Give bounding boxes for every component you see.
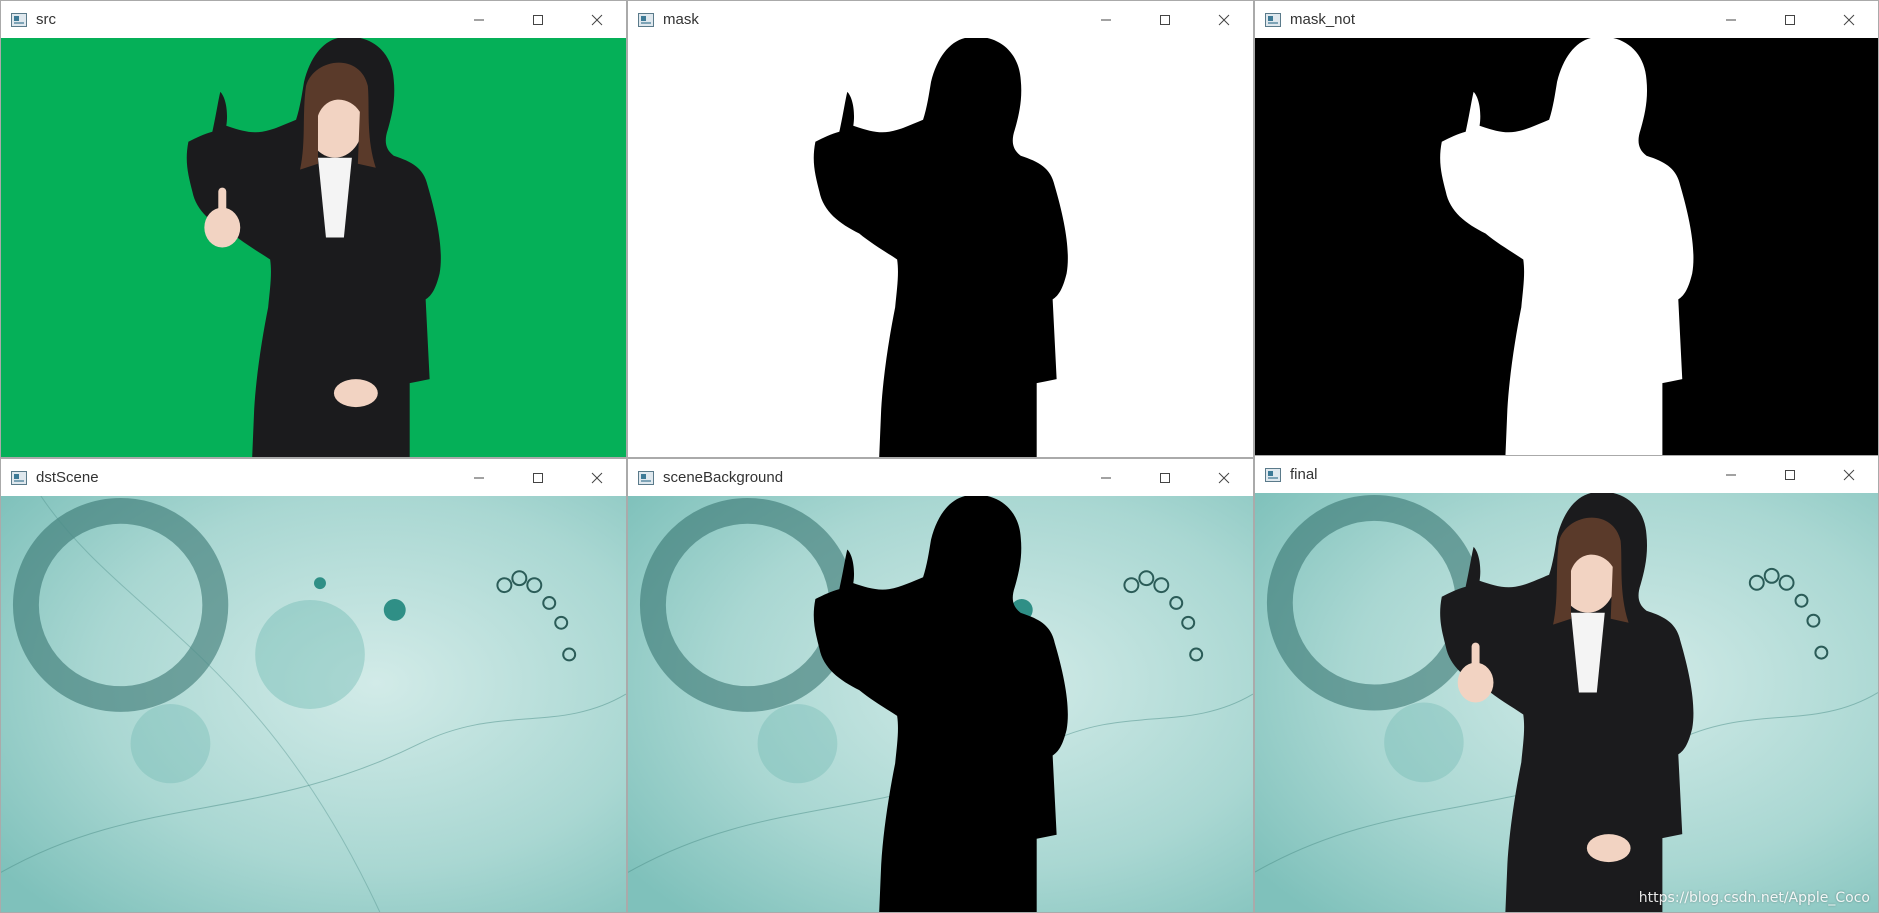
window-mask-not[interactable]: mask_not xyxy=(1254,0,1879,458)
titlebar[interactable]: dstScene xyxy=(1,459,626,496)
window-title: sceneBackground xyxy=(663,469,784,486)
image-canvas-mask xyxy=(628,38,1253,457)
scene-with-black-cutout xyxy=(628,496,1253,912)
close-icon[interactable] xyxy=(567,1,626,38)
minimize-icon[interactable] xyxy=(449,459,508,496)
app-icon xyxy=(1265,467,1281,482)
close-icon[interactable] xyxy=(1194,459,1253,496)
close-icon[interactable] xyxy=(1819,1,1878,38)
maximize-icon[interactable] xyxy=(1135,459,1194,496)
maximize-icon[interactable] xyxy=(1760,1,1819,38)
titlebar[interactable]: src xyxy=(1,1,626,38)
minimize-icon[interactable] xyxy=(449,1,508,38)
maximize-icon[interactable] xyxy=(1135,1,1194,38)
app-icon xyxy=(11,12,27,27)
window-title: src xyxy=(36,11,56,28)
app-icon xyxy=(638,12,654,27)
image-canvas-final: https://blog.csdn.net/Apple_Coco xyxy=(1255,493,1878,912)
minimize-icon[interactable] xyxy=(1701,456,1760,493)
maximize-icon[interactable] xyxy=(508,459,567,496)
scene-background-image xyxy=(1,496,626,912)
mask-not-image xyxy=(1255,38,1878,457)
image-canvas-dstscene xyxy=(1,496,626,912)
image-canvas-green-screen xyxy=(1,38,626,457)
image-canvas-scenebackground xyxy=(628,496,1253,912)
minimize-icon[interactable] xyxy=(1076,459,1135,496)
window-title: mask xyxy=(663,11,699,28)
minimize-icon[interactable] xyxy=(1076,1,1135,38)
titlebar[interactable]: final xyxy=(1255,456,1878,493)
minimize-icon[interactable] xyxy=(1701,1,1760,38)
close-icon[interactable] xyxy=(1194,1,1253,38)
app-icon xyxy=(1265,12,1281,27)
window-dstscene[interactable]: dstScene xyxy=(0,458,627,913)
window-scenebackground[interactable]: sceneBackground xyxy=(627,458,1254,913)
window-src[interactable]: src xyxy=(0,0,627,458)
app-icon xyxy=(11,470,27,485)
image-canvas-mask-not xyxy=(1255,38,1878,457)
close-icon[interactable] xyxy=(1819,456,1878,493)
window-final[interactable]: final https://blog.csdn.net/Apple_Coco xyxy=(1254,455,1879,913)
titlebar[interactable]: mask_not xyxy=(1255,1,1878,38)
maximize-icon[interactable] xyxy=(1760,456,1819,493)
window-title: dstScene xyxy=(36,469,99,486)
mask-image xyxy=(628,38,1253,457)
window-mask[interactable]: mask xyxy=(627,0,1254,458)
app-icon xyxy=(638,470,654,485)
titlebar[interactable]: mask xyxy=(628,1,1253,38)
window-title: final xyxy=(1290,466,1318,483)
watermark-text: https://blog.csdn.net/Apple_Coco xyxy=(1638,890,1870,906)
green-screen-photo xyxy=(1,38,626,457)
close-icon[interactable] xyxy=(567,459,626,496)
titlebar[interactable]: sceneBackground xyxy=(628,459,1253,496)
composited-final-image xyxy=(1255,493,1878,912)
maximize-icon[interactable] xyxy=(508,1,567,38)
window-title: mask_not xyxy=(1290,11,1356,28)
